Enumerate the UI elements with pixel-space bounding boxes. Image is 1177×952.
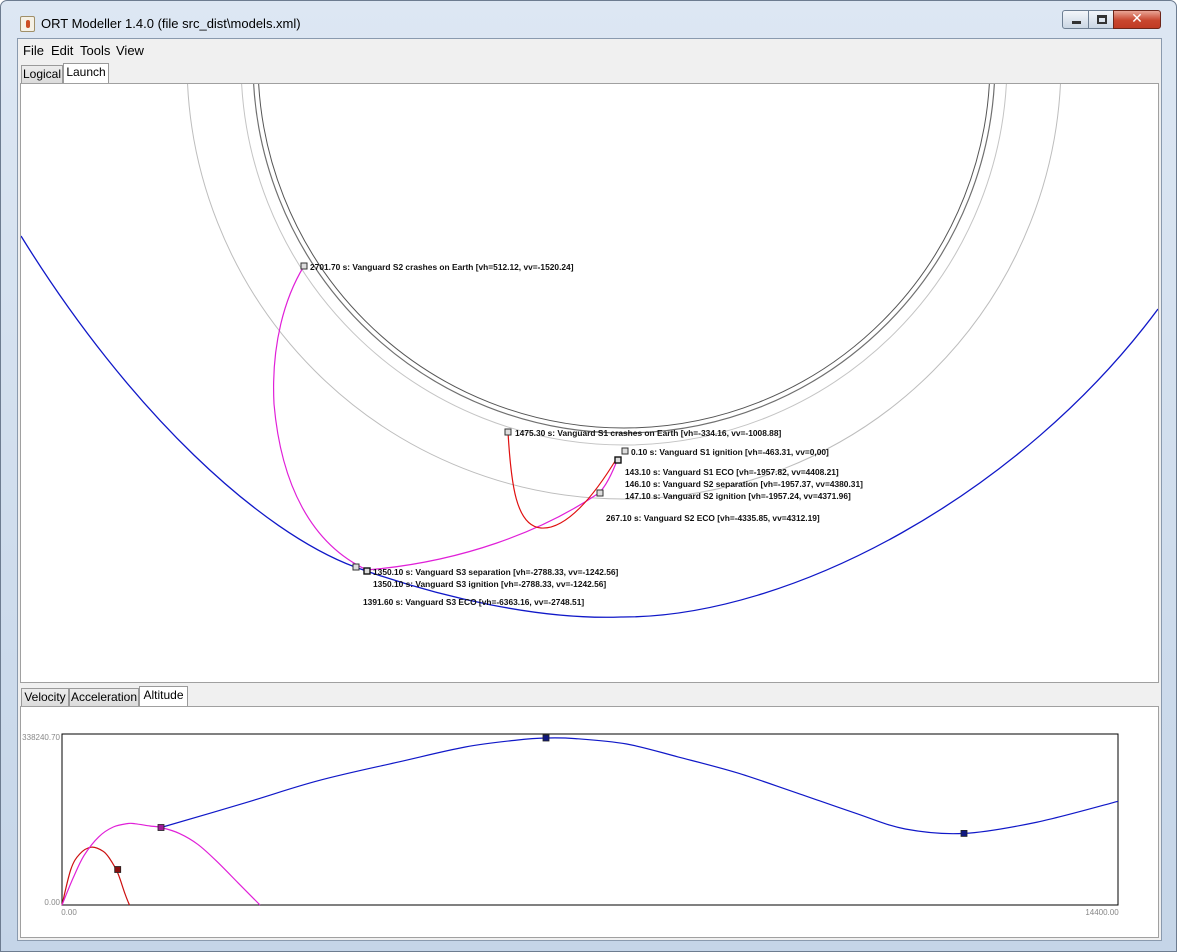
tab-altitude[interactable]: Altitude [139, 686, 188, 706]
event-label: 0.10 s: Vanguard S1 ignition [vh=-463.31… [631, 447, 829, 457]
y-tick-label-max: 338240.70 [22, 733, 60, 742]
event-marker-s2-eco[interactable] [596, 489, 604, 497]
trajectory-canvas: 2701.70 s: Vanguard S2 crashes on Earth … [21, 84, 1158, 618]
minimize-icon [1072, 21, 1081, 24]
earth-surface-outline [253, 84, 995, 434]
tab-acceleration[interactable]: Acceleration [69, 688, 139, 706]
main-tab-strip: Logical Launch [21, 63, 321, 83]
plot-tab-strip: Velocity Acceleration Altitude [21, 686, 321, 706]
maximize-button[interactable] [1088, 10, 1114, 29]
window-title: ORT Modeller 1.4.0 (file src_dist\models… [41, 16, 301, 31]
plot-area [61, 733, 1119, 906]
event-marker-s2-crash[interactable] [300, 262, 308, 270]
event-marker-s1-eco[interactable] [614, 456, 622, 464]
altitude-plot-panel: 338240.70 0.00 0.00 14400.00 [20, 706, 1159, 938]
stage1-trajectory [507, 431, 618, 529]
event-label: 147.10 s: Vanguard S2 ignition [vh=-1957… [625, 491, 851, 501]
menu-file[interactable]: File [23, 43, 44, 58]
event-marker-s1-crash[interactable] [504, 428, 512, 436]
client-area: File Edit Tools View Logical Launch 2701… [17, 38, 1162, 941]
tab-logical[interactable]: Logical [21, 65, 63, 83]
x-tick-label-min: 0.00 [61, 908, 77, 917]
app-window: ORT Modeller 1.4.0 (file src_dist\models… [0, 0, 1177, 952]
menu-view[interactable]: View [116, 43, 144, 58]
tab-velocity[interactable]: Velocity [21, 688, 69, 706]
event-label: 1350.10 s: Vanguard S3 separation [vh=-2… [373, 567, 619, 577]
event-marker-s1-ignition[interactable] [621, 447, 629, 455]
minimize-button[interactable] [1062, 10, 1089, 29]
menu-edit[interactable]: Edit [51, 43, 73, 58]
menu-tools[interactable]: Tools [80, 43, 110, 58]
altitude-chart[interactable]: 338240.70 0.00 0.00 14400.00 [21, 707, 1158, 937]
java-app-icon [20, 16, 35, 32]
y-tick-label-min: 0.00 [44, 898, 60, 907]
launch-trajectory-view[interactable]: 2701.70 s: Vanguard S2 crashes on Earth … [20, 83, 1159, 683]
event-label: 2701.70 s: Vanguard S2 crashes on Earth … [310, 262, 574, 272]
event-label: 267.10 s: Vanguard S2 ECO [vh=-4335.85, … [606, 513, 820, 523]
event-label: 1350.10 s: Vanguard S3 ignition [vh=-278… [373, 579, 606, 589]
maximize-icon [1097, 15, 1107, 24]
altitude-event-marker[interactable] [960, 830, 968, 837]
menu-bar: File Edit Tools View [18, 39, 1161, 61]
title-bar[interactable]: ORT Modeller 1.4.0 (file src_dist\models… [1, 1, 1176, 37]
altitude-event-marker[interactable] [542, 734, 550, 742]
altitude-event-marker[interactable] [157, 824, 165, 831]
x-tick-label-max: 14400.00 [1085, 908, 1119, 917]
event-marker-s3-ignition[interactable] [363, 567, 371, 575]
event-marker-s3-separation[interactable] [352, 563, 360, 571]
close-button[interactable]: ✕ [1113, 10, 1161, 29]
earth-surface-outline-inner [258, 84, 990, 429]
event-label: 1391.60 s: Vanguard S3 ECO [vh=-6363.16,… [363, 597, 584, 607]
altitude-event-marker[interactable] [114, 866, 122, 873]
stage2-trajectory [273, 265, 600, 571]
event-label: 146.10 s: Vanguard S2 separation [vh=-19… [625, 479, 863, 489]
close-icon: ✕ [1131, 11, 1143, 27]
event-label: 1475.30 s: Vanguard S1 crashes on Earth … [515, 428, 781, 438]
tab-launch[interactable]: Launch [63, 63, 109, 83]
event-label: 143.10 s: Vanguard S1 ECO [vh=-1957.82, … [625, 467, 839, 477]
